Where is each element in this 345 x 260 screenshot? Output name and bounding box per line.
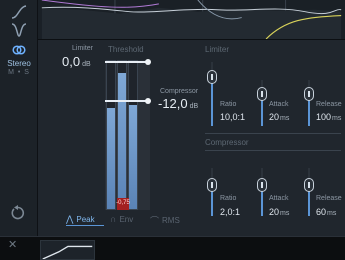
mode-peak[interactable]: ⋀ Peak [66, 214, 95, 225]
compressor-release-label: Release [316, 195, 342, 202]
stereo-link-icon[interactable] [12, 44, 26, 56]
limiter-threshold-handle[interactable] [145, 59, 151, 65]
peak-icon: ⋀ [66, 214, 74, 224]
module-thumbnail[interactable] [40, 240, 95, 260]
highshelf-filter-icon[interactable] [10, 4, 28, 20]
notch-filter-icon[interactable] [10, 22, 28, 38]
peak-readout: -0,75 [116, 200, 130, 206]
spectrum-display[interactable] [38, 0, 345, 40]
section-divider [205, 133, 341, 134]
compressor-section-rule [205, 150, 341, 151]
compressor-value[interactable]: -12,0 dB [158, 96, 198, 111]
limiter-ratio-knob[interactable] [207, 70, 217, 84]
reset-icon[interactable] [10, 205, 26, 221]
limiter-release-value[interactable]: 100ms [316, 112, 341, 122]
limiter-release-label: Release [316, 101, 342, 108]
mid-side-label[interactable]: M • S [0, 69, 38, 76]
mode-rms[interactable]: ⌒ RMS [150, 214, 180, 227]
limiter-threshold-line[interactable] [105, 61, 148, 63]
limiter-release-knob[interactable] [304, 87, 314, 101]
compressor-threshold-handle[interactable] [145, 98, 151, 104]
compressor-attack-knob[interactable] [257, 178, 267, 192]
limiter-attack-value[interactable]: 20ms [269, 112, 289, 122]
limiter-ratio-value[interactable]: 10,0:1 [220, 112, 245, 122]
stereo-label[interactable]: Stereo [0, 59, 38, 68]
compressor-section-title: Compressor [205, 138, 249, 147]
limiter-value[interactable]: 0,0 dB [62, 54, 91, 69]
rms-icon: ⌒ [150, 216, 160, 226]
limiter-attack-knob[interactable] [257, 87, 267, 101]
dynamics-panel [38, 40, 345, 236]
close-icon[interactable]: ✕ [8, 238, 17, 251]
compressor-label: Compressor [160, 88, 199, 95]
compressor-release-value[interactable]: 60ms [316, 207, 336, 217]
compressor-ratio-value[interactable]: 2,0:1 [220, 207, 240, 217]
limiter-label: Limiter [72, 45, 94, 52]
limiter-section-title: Limiter [205, 45, 230, 54]
compressor-ratio-knob[interactable] [207, 178, 217, 192]
compressor-attack-label: Attack [269, 195, 289, 202]
envelope-icon: ∩ [110, 214, 117, 224]
limiter-attack-label: Attack [269, 101, 289, 108]
meter-right [128, 60, 138, 210]
meter-left [106, 60, 116, 210]
limiter-ratio-label: Ratio [220, 101, 237, 108]
meter-center [117, 60, 127, 210]
compressor-release-knob[interactable] [304, 178, 314, 192]
mode-env[interactable]: ∩ Env [110, 214, 133, 224]
mode-active-underline [66, 225, 104, 226]
threshold-label: Threshold [108, 45, 144, 54]
limiter-ratio-fill [211, 80, 213, 126]
compressor-ratio-label: Ratio [220, 195, 237, 202]
compressor-attack-value[interactable]: 20ms [269, 207, 289, 217]
compressor-threshold-line[interactable] [105, 100, 148, 102]
